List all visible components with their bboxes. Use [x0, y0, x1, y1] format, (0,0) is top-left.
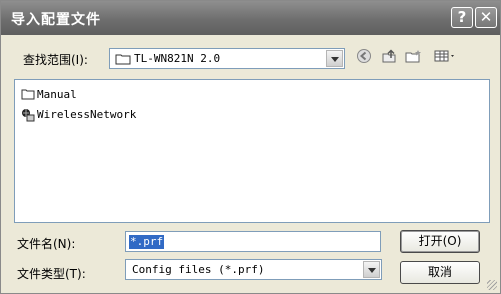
file-list[interactable]: Manual WirelessNetwork [14, 79, 490, 223]
network-icon [21, 108, 35, 122]
filename-value: *.prf [129, 235, 165, 249]
new-folder-icon[interactable] [403, 48, 425, 68]
folder-icon [21, 88, 35, 100]
file-name: Manual [37, 87, 77, 101]
lookin-value: TL-WN821N 2.0 [134, 52, 221, 65]
filetype-dropdown[interactable]: Config files (*.prf) [125, 259, 382, 280]
filename-input[interactable]: *.prf [125, 231, 381, 252]
import-config-dialog: 导入配置文件 ? ✕ 查找范围(I): TL-WN821N 2.0 Manual [0, 0, 501, 294]
file-name: WirelessNetwork [37, 107, 137, 121]
folder-icon [115, 53, 131, 68]
view-menu-icon[interactable] [431, 48, 459, 68]
help-button[interactable]: ? [451, 7, 473, 28]
up-folder-icon[interactable] [378, 48, 400, 68]
filetype-label: 文件类型(T): [17, 267, 86, 281]
chevron-down-icon[interactable] [363, 261, 380, 278]
chevron-down-icon[interactable] [326, 50, 343, 67]
list-item[interactable]: Manual [21, 86, 77, 102]
open-button[interactable]: 打开(O) [400, 230, 480, 253]
window-title: 导入配置文件 [11, 12, 101, 28]
cancel-button[interactable]: 取消 [400, 261, 480, 284]
filetype-value: Config files (*.prf) [132, 263, 265, 276]
back-icon[interactable] [353, 48, 375, 68]
lookin-label: 查找范围(I): [23, 53, 88, 67]
filename-label: 文件名(N): [17, 237, 76, 251]
list-item[interactable]: WirelessNetwork [21, 106, 136, 122]
lookin-dropdown[interactable]: TL-WN821N 2.0 [109, 48, 345, 69]
close-button[interactable]: ✕ [475, 7, 497, 28]
title-bar[interactable]: 导入配置文件 ? ✕ [1, 1, 500, 35]
resize-grip[interactable] [487, 280, 497, 290]
